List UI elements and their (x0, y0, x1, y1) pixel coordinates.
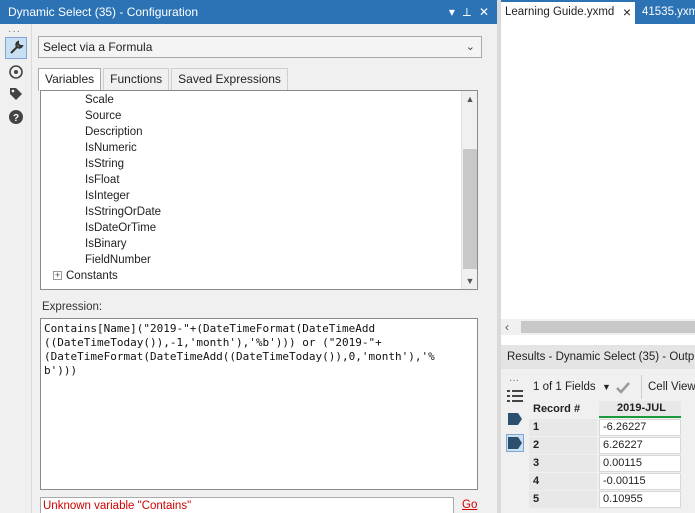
chevron-down-icon[interactable]: ▼ (602, 375, 611, 399)
results-side-toolbar: ··· (501, 375, 529, 513)
results-panel: Results - Dynamic Select (35) - Output ·… (501, 345, 695, 513)
results-grid: Record # 2019-JUL 1 -6.26227 2 6.26227 3… (529, 401, 695, 509)
expand-plus-icon[interactable]: + (53, 271, 62, 281)
dropdown-menu-icon[interactable]: ▾ (449, 0, 455, 24)
table-cell[interactable]: -6.26227 (599, 419, 681, 436)
tree-item-isstringordate[interactable]: IsStringOrDate (41, 204, 461, 220)
config-side-toolbar: ··· ? (0, 24, 32, 513)
list-icon[interactable] (506, 387, 524, 405)
help-icon[interactable]: ? (5, 106, 27, 128)
table-row: 2 6.26227 (529, 437, 695, 455)
record-number: 1 (529, 419, 597, 436)
tree-item-isinteger[interactable]: IsInteger (41, 188, 461, 204)
record-number: 5 (529, 491, 597, 508)
svg-text:?: ? (13, 113, 19, 124)
table-row: 5 0.10955 (529, 491, 695, 509)
close-icon[interactable]: ✕ (479, 0, 489, 24)
table-cell[interactable]: 0.00115 (599, 455, 681, 472)
config-title: Dynamic Select (35) - Configuration (8, 5, 199, 19)
wrench-icon[interactable] (5, 37, 27, 59)
expression-label: Expression: (42, 301, 103, 313)
tab-saved-expressions[interactable]: Saved Expressions (171, 68, 288, 90)
tree-scrollbar[interactable]: ▲ ▼ (461, 91, 477, 289)
tree-item-fieldnumber[interactable]: FieldNumber (41, 252, 461, 268)
tree-item-isfloat[interactable]: IsFloat (41, 172, 461, 188)
chevron-down-icon: ⌄ (465, 41, 475, 53)
record-number: 2 (529, 437, 597, 454)
tree-item-source[interactable]: Source (41, 108, 461, 124)
tree-item-isnumeric[interactable]: IsNumeric (41, 140, 461, 156)
workflow-canvas[interactable] (501, 24, 695, 319)
anchor-in-icon[interactable] (506, 410, 524, 428)
table-cell[interactable]: 0.10955 (599, 491, 681, 508)
close-icon[interactable]: × (623, 2, 631, 22)
cell-viewer-button[interactable]: Cell Viewer (641, 375, 695, 399)
results-toolbar: 1 of 1 Fields ▼ Cell Viewer (529, 375, 695, 399)
tree-item-description[interactable]: Description (41, 124, 461, 140)
doc-tab-learning-guide[interactable]: Learning Guide.yxmd × (501, 2, 635, 24)
tab-functions[interactable]: Functions (103, 68, 170, 90)
grip-dots-icon: ··· (509, 375, 519, 386)
tree-group-label: Constants (66, 270, 118, 282)
variables-tree: Scale Source Description IsNumeric IsStr… (40, 90, 478, 290)
fields-count-dropdown[interactable]: 1 of 1 Fields (533, 375, 596, 399)
document-tabs: Learning Guide.yxmd × 41535.yxmd (501, 0, 695, 24)
tree-item-isdateortime[interactable]: IsDateOrTime (41, 220, 461, 236)
go-link[interactable]: Go (462, 499, 477, 511)
workflow-area: Learning Guide.yxmd × 41535.yxmd ‹ Resul… (501, 0, 695, 513)
canvas-horizontal-scrollbar[interactable]: ‹ (501, 319, 695, 335)
error-message: Unknown variable "Contains" (40, 497, 454, 513)
config-title-bar: Dynamic Select (35) - Configuration ▾ ⟂ … (0, 0, 497, 24)
doc-tab-41535[interactable]: 41535.yxmd (638, 2, 695, 24)
record-number: 3 (529, 455, 597, 472)
tree-group-constants[interactable]: + Constants (41, 268, 461, 284)
mode-select-value: Select via a Formula (43, 40, 153, 54)
navigate-icon[interactable] (5, 61, 27, 83)
table-cell[interactable]: -0.00115 (599, 473, 681, 490)
expression-tabs: Variables Functions Saved Expressions (38, 68, 290, 91)
results-title: Results - Dynamic Select (35) - Output (501, 345, 695, 369)
doc-tab-label: Learning Guide.yxmd (505, 6, 615, 18)
table-row: 3 0.00115 (529, 455, 695, 473)
expression-editor[interactable]: Contains[Name]("2019-"+(DateTimeFormat(D… (40, 318, 478, 490)
anchor-out-icon[interactable] (506, 434, 524, 452)
scroll-up-icon[interactable]: ▲ (462, 91, 477, 107)
mode-select-dropdown[interactable]: Select via a Formula ⌄ (38, 36, 482, 58)
record-number: 4 (529, 473, 597, 490)
tab-variables[interactable]: Variables (38, 68, 102, 91)
tag-icon[interactable] (5, 83, 27, 105)
pin-icon[interactable]: ⟂ (463, 0, 471, 24)
configuration-panel: Dynamic Select (35) - Configuration ▾ ⟂ … (0, 0, 497, 513)
scroll-thumb[interactable] (521, 321, 695, 333)
scroll-left-icon[interactable]: ‹ (505, 319, 509, 335)
record-header[interactable]: Record # (529, 401, 597, 418)
grid-header-row: Record # 2019-JUL (529, 401, 695, 419)
grip-dots-icon: ··· (8, 26, 21, 37)
scroll-down-icon[interactable]: ▼ (462, 273, 477, 289)
table-cell[interactable]: 6.26227 (599, 437, 681, 454)
table-row: 4 -0.00115 (529, 473, 695, 491)
scroll-thumb[interactable] (463, 149, 477, 269)
tree-item-isstring[interactable]: IsString (41, 156, 461, 172)
tree-item-scale[interactable]: Scale (41, 92, 461, 108)
table-row: 1 -6.26227 (529, 419, 695, 437)
tree-item-isbinary[interactable]: IsBinary (41, 236, 461, 252)
column-header[interactable]: 2019-JUL (599, 401, 681, 418)
